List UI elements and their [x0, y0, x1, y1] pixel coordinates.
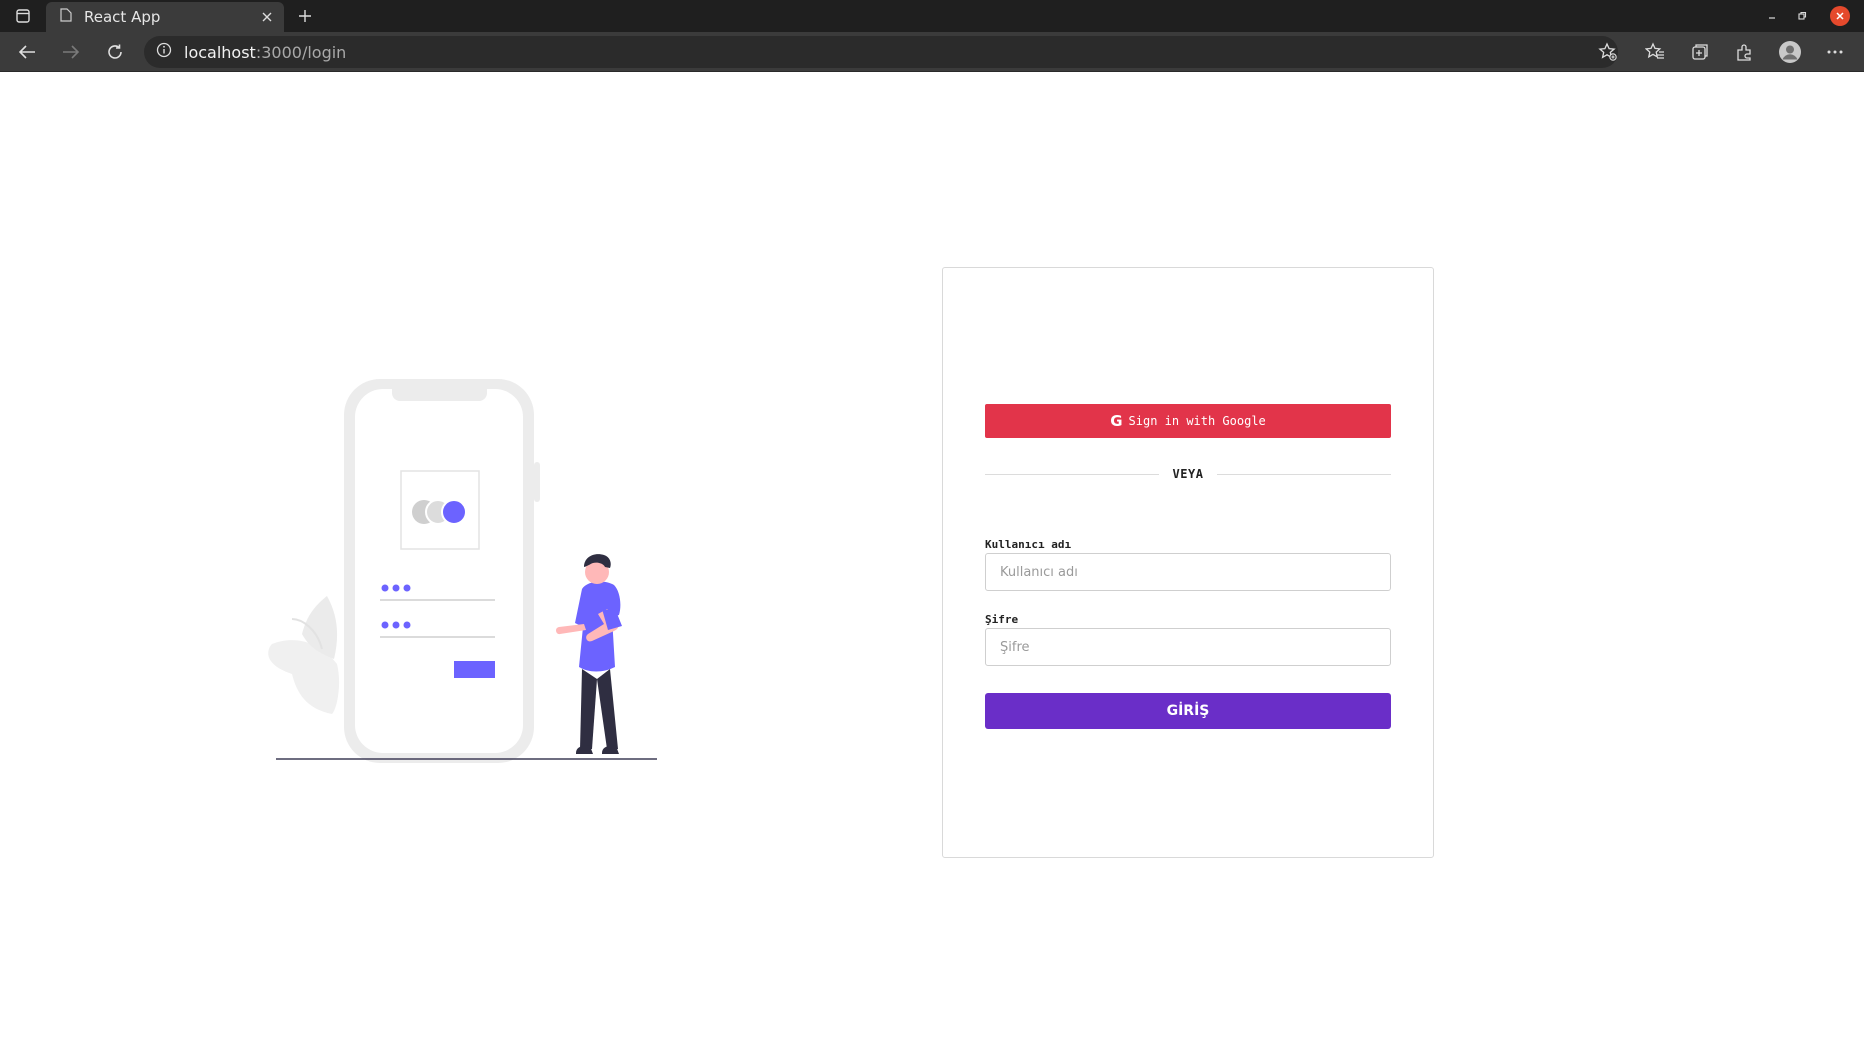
close-tab-icon[interactable]: [256, 6, 278, 28]
browser-toolbar: localhost:3000/login: [0, 32, 1864, 72]
page-icon: [60, 7, 72, 27]
url-host: localhost: [184, 42, 256, 62]
back-icon[interactable]: [12, 38, 42, 66]
page-content: G Sign in with Google VEYA Kullanıcı adı…: [0, 73, 1864, 1053]
password-input[interactable]: [985, 628, 1391, 666]
minimize-icon[interactable]: [1762, 6, 1782, 26]
favorites-icon[interactable]: [1640, 38, 1670, 66]
info-icon[interactable]: [156, 42, 172, 63]
username-label: Kullanıcı adı: [985, 538, 1072, 551]
divider-line-right: [1217, 473, 1391, 475]
restore-icon[interactable]: [1792, 6, 1812, 26]
add-favorite-icon[interactable]: [1593, 38, 1623, 66]
reload-icon[interactable]: [100, 38, 130, 66]
tab-title: React App: [84, 8, 161, 26]
profile-avatar-icon[interactable]: [1775, 38, 1805, 66]
collections-icon[interactable]: [1685, 38, 1715, 66]
url-path: :3000/login: [255, 42, 347, 62]
login-card: G Sign in with Google VEYA Kullanıcı adı…: [942, 267, 1434, 858]
username-input[interactable]: [985, 553, 1391, 591]
google-sign-in-button[interactable]: G Sign in with Google: [985, 404, 1391, 438]
tab-actions-icon[interactable]: [10, 4, 36, 28]
address-bar[interactable]: localhost:3000/login: [144, 36, 1618, 68]
phone-graphic: [344, 379, 540, 763]
google-sign-in-label: Sign in with Google: [1128, 414, 1266, 428]
or-divider: VEYA: [985, 464, 1391, 484]
extensions-icon[interactable]: [1729, 38, 1759, 66]
divider-line-left: [985, 473, 1159, 475]
login-illustration: [262, 364, 662, 764]
login-submit-button[interactable]: GİRİŞ: [985, 693, 1391, 729]
browser-tab-bar: React App: [0, 0, 1864, 32]
divider-text: VEYA: [1172, 467, 1204, 481]
more-menu-icon[interactable]: [1820, 38, 1850, 66]
leaf-decoration: [268, 596, 340, 714]
person-graphic: [556, 554, 622, 754]
google-g-icon: G: [1110, 412, 1123, 430]
password-label: Şifre: [985, 613, 1019, 626]
forward-icon[interactable]: [56, 38, 86, 66]
close-window-icon[interactable]: [1830, 6, 1850, 26]
browser-tab[interactable]: React App: [46, 2, 284, 32]
new-tab-icon[interactable]: [292, 4, 318, 28]
